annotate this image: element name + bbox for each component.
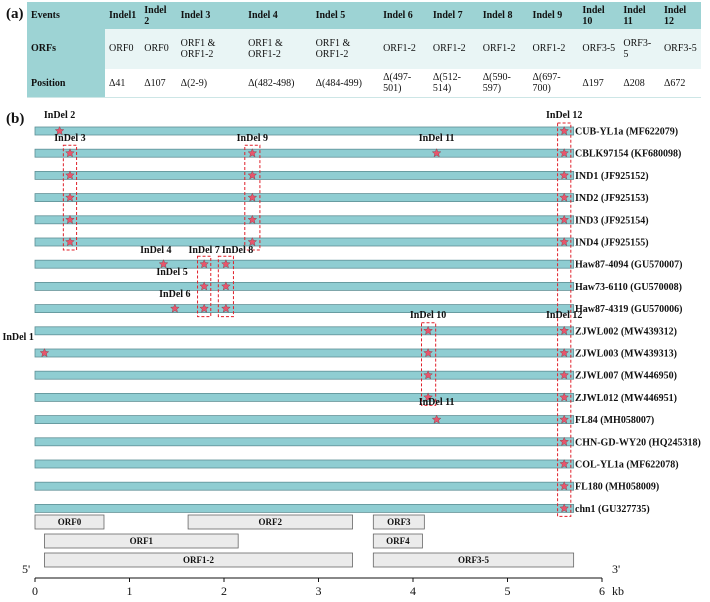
indel-label: InDel 4 <box>140 245 171 256</box>
orf-label: ORF2 <box>259 517 283 527</box>
genome-label: IND3 (JF925154) <box>575 215 649 226</box>
orf-label: ORF4 <box>386 536 410 546</box>
indel-label: InDel 12 <box>546 310 582 321</box>
axis-tick-label: 1 <box>127 584 133 598</box>
orf-label: ORF3-5 <box>458 555 489 565</box>
genome-bar <box>34 126 575 136</box>
genome-label: Haw73-6110 (GU570008) <box>575 282 682 293</box>
axis-tick-label: 5 <box>505 584 511 598</box>
genome-label: Haw87-4319 (GU570006) <box>575 304 683 315</box>
indel-label: InDel 12 <box>546 110 582 121</box>
genome-bar <box>34 304 575 314</box>
indel-label: InDel 3 <box>54 133 85 144</box>
genome-label: CUB-YL1a (MF622079) <box>575 127 678 138</box>
genome-indel-diagram: CUB-YL1a (MF622079) CBLK97154 (KF680098) I… <box>2 110 701 598</box>
genome-bar <box>34 259 575 269</box>
genome-label: Haw87-4094 (GU570007) <box>575 260 683 271</box>
genome-label: ZJWL007 (MW446950) <box>575 371 677 382</box>
genome-bar <box>34 481 575 491</box>
indel-label: InDel 8 <box>222 245 253 256</box>
genome-label: FL84 (MH058007) <box>575 415 654 426</box>
genome-bar <box>34 215 575 225</box>
genome-label: COL-YL1a (MF622078) <box>575 460 679 471</box>
five-prime-label: 5' <box>22 562 30 576</box>
axis-tick-label: 2 <box>221 584 227 598</box>
indel-label: InDel 1 <box>2 332 33 343</box>
indel-label: InDel 6 <box>159 289 190 300</box>
genome-bar <box>34 148 575 158</box>
genome-label: CBLK97154 (KF680098) <box>575 149 681 160</box>
genome-label: chn1 (GU327735) <box>575 504 650 515</box>
indel-label: InDel 11 <box>419 397 455 408</box>
genome-label: CHN-GD-WY20 (HQ245318) <box>575 437 701 448</box>
genome-bar <box>34 392 575 402</box>
genome-bar <box>34 170 575 180</box>
genome-bar <box>34 459 575 469</box>
orf-label: ORF1-2 <box>183 555 214 565</box>
genome-label: IND4 (JF925155) <box>575 238 649 249</box>
axis-tick-label: 3 <box>316 584 322 598</box>
orf-label: ORF1 <box>130 536 154 546</box>
orf-label: ORF0 <box>58 517 82 527</box>
genome-label: ZJWL003 (MW439313) <box>575 349 677 360</box>
genome-bar <box>34 193 575 203</box>
genome-bar <box>34 326 575 336</box>
genome-label: IND1 (JF925152) <box>575 171 649 182</box>
genome-bar <box>34 437 575 447</box>
indel-label: InDel 7 <box>188 245 219 256</box>
indel-label: InDel 10 <box>410 310 446 321</box>
genome-bar <box>34 415 575 425</box>
axis-tick-label: 0 <box>32 584 38 598</box>
genome-bar <box>34 281 575 291</box>
indel-label: InDel 9 <box>237 133 268 144</box>
indel-label: InDel 2 <box>44 110 75 121</box>
orf-label: ORF3 <box>387 517 411 527</box>
axis-unit-label: kb <box>612 584 624 598</box>
genome-label: IND2 (JF925153) <box>575 193 649 204</box>
genome-bar <box>34 503 575 513</box>
indel-label: InDel 5 <box>156 267 187 278</box>
axis-tick-label: 6 <box>599 584 605 598</box>
genome-label: FL180 (MH058009) <box>575 482 659 493</box>
genome-bar <box>34 237 575 247</box>
genome-label: ZJWL012 (MW446951) <box>575 393 677 404</box>
three-prime-label: 3' <box>612 562 620 576</box>
genome-bar <box>34 370 575 380</box>
genome-label: ZJWL002 (MW439312) <box>575 326 677 337</box>
axis-tick-label: 4 <box>410 584 416 598</box>
indel-label: InDel 11 <box>419 133 455 144</box>
genome-bar <box>34 348 575 358</box>
